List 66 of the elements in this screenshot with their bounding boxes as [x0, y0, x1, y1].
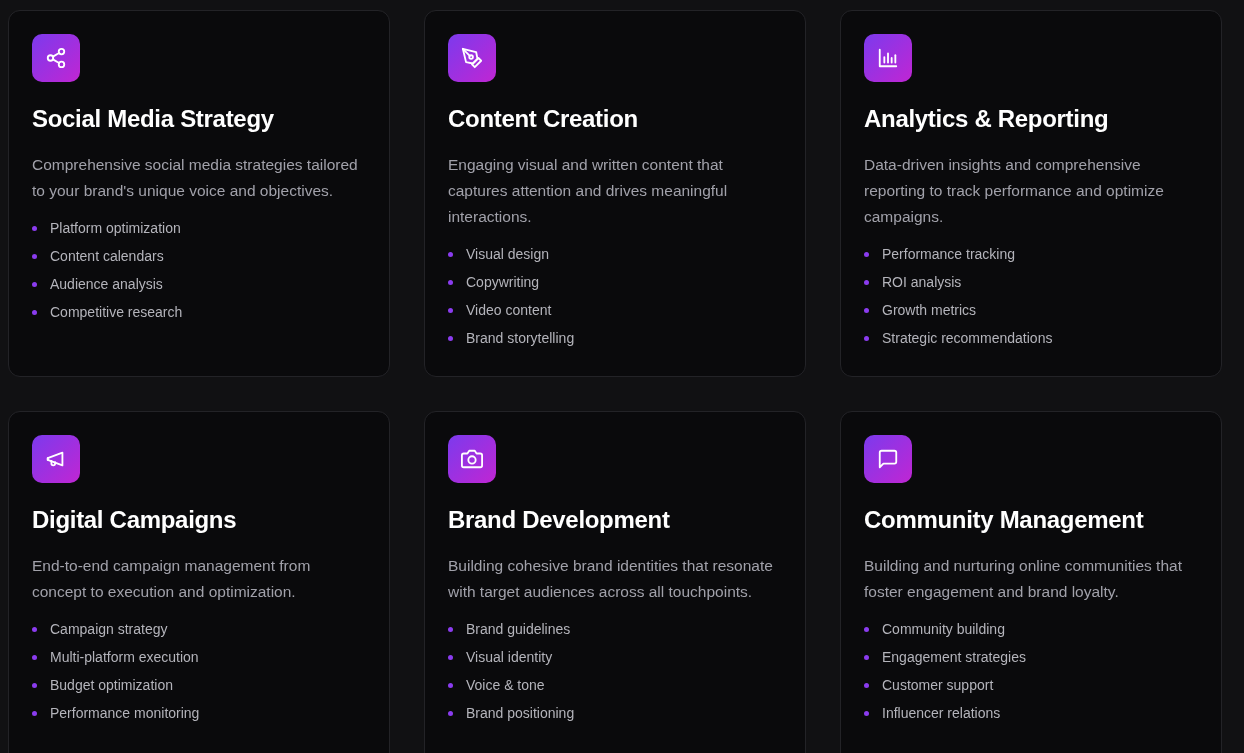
feature-item: Engagement strategies	[882, 649, 1026, 665]
feature-item: Customer support	[882, 677, 994, 693]
bullet-icon	[448, 307, 453, 313]
pen-nib-icon	[448, 34, 496, 82]
bullet-icon	[32, 654, 37, 660]
bullet-icon	[32, 682, 37, 688]
bullet-icon	[448, 682, 453, 688]
bullet-icon	[864, 307, 869, 313]
bullet-icon	[32, 626, 37, 632]
bullet-icon	[448, 335, 453, 341]
feature-item: Budget optimization	[50, 677, 173, 693]
feature-item: Brand guidelines	[466, 621, 571, 637]
feature-item: Performance tracking	[882, 246, 1016, 262]
card-description: Comprehensive social media strategies tailored to your brand's unique voice and objectives.	[32, 155, 359, 201]
card-description: End-to-end campaign management from concept to execution and optimization.	[32, 556, 312, 602]
feature-item: Brand storytelling	[466, 330, 575, 346]
feature-item: Audience analysis	[50, 276, 163, 292]
bullet-icon	[448, 251, 453, 257]
bullet-icon	[32, 710, 37, 716]
feature-item: Multi-platform execution	[50, 649, 199, 665]
feature-item: Brand positioning	[466, 705, 575, 721]
bullet-icon	[864, 654, 869, 660]
bullet-icon	[864, 279, 869, 285]
card-description: Building and nurturing online communities that foster engagement and brand loyalty.	[864, 556, 1183, 602]
card-title: Analytics & Reporting	[864, 104, 1110, 134]
card-description: Building cohesive brand identities that resonate with target audiences across all touchpoints.	[448, 556, 774, 602]
feature-item: Competitive research	[50, 304, 183, 320]
bullet-icon	[448, 654, 453, 660]
megaphone-icon	[32, 435, 80, 483]
bullet-icon	[864, 335, 869, 341]
card-title: Community Management	[864, 505, 1145, 535]
bullet-icon	[448, 626, 453, 632]
feature-item: Strategic recommendations	[882, 330, 1053, 346]
bullet-icon	[32, 225, 37, 231]
share-icon	[32, 34, 80, 82]
feature-item: Copywriting	[466, 274, 540, 290]
bullet-icon	[864, 251, 869, 257]
feature-item: Growth metrics	[882, 302, 977, 318]
bullet-icon	[864, 682, 869, 688]
bar-chart-icon	[864, 34, 912, 82]
bullet-icon	[32, 281, 37, 287]
bullet-icon	[32, 309, 37, 315]
speech-bubble-icon	[864, 435, 912, 483]
feature-item: Visual identity	[466, 649, 553, 665]
feature-item: Voice & tone	[466, 677, 545, 693]
card-title: Social Media Strategy	[32, 104, 275, 134]
feature-item: Community building	[882, 621, 1005, 637]
feature-item: Visual design	[466, 246, 550, 262]
bullet-icon	[864, 710, 869, 716]
feature-item: Platform optimization	[50, 220, 181, 236]
card-title: Digital Campaigns	[32, 505, 238, 535]
feature-item: Performance monitoring	[50, 705, 200, 721]
feature-item: Video content	[466, 302, 552, 318]
card-title: Content Creation	[448, 104, 639, 134]
bullet-icon	[448, 710, 453, 716]
card-title: Brand Development	[448, 505, 671, 535]
feature-item: Content calendars	[50, 248, 164, 264]
card-description: Engaging visual and written content that captures attention and drives meaningful interactions.	[448, 155, 729, 227]
card-description: Data-driven insights and comprehensive reporting to track performance and optimize campaigns.	[864, 155, 1165, 227]
camera-icon	[448, 435, 496, 483]
feature-item: ROI analysis	[882, 274, 962, 290]
feature-item: Influencer relations	[882, 705, 1001, 721]
bullet-icon	[32, 253, 37, 259]
bullet-icon	[448, 279, 453, 285]
bullet-icon	[864, 626, 869, 632]
feature-item: Campaign strategy	[50, 621, 168, 637]
